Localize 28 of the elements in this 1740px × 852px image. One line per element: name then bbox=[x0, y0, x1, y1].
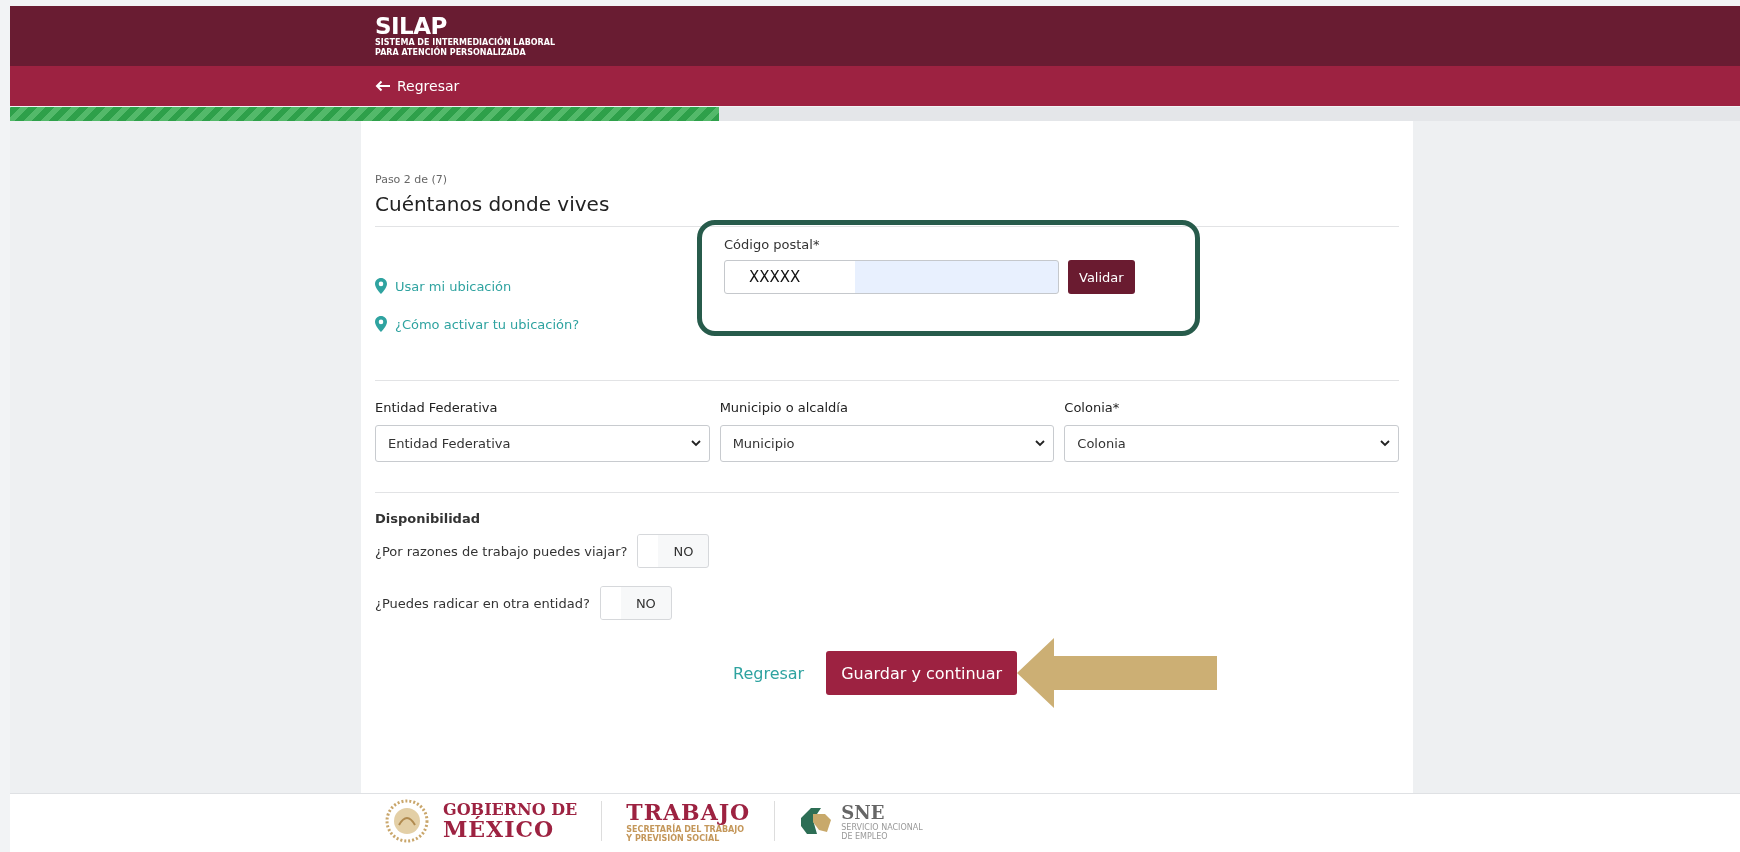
toggle-switch[interactable]: NO bbox=[637, 534, 710, 568]
sne-logo-text: SNE SERVICIO NACIONAL DE EMPLEO bbox=[841, 801, 923, 841]
trabajo-logo-text: TRABAJO SECRETARÍA DEL TRABAJO Y PREVISIÓN SOCIAL bbox=[626, 799, 751, 844]
chevron-down-icon bbox=[690, 440, 701, 447]
location-pin-icon bbox=[375, 316, 387, 332]
toggle-switch[interactable]: NO bbox=[599, 586, 672, 620]
step-indicator: Paso 2 de (7) bbox=[375, 173, 449, 186]
dropdown-select[interactable]: Entidad Federativa bbox=[375, 425, 710, 462]
field-label: Municipio o alcaldía bbox=[719, 400, 849, 415]
field-label: Entidad Federativa bbox=[375, 400, 499, 415]
back-link[interactable]: Regresar bbox=[375, 78, 460, 94]
gobierno-logo-text: GOBIERNO DE MÉXICO bbox=[443, 802, 578, 841]
arrow-left-icon bbox=[375, 80, 391, 92]
dropdown-select[interactable]: Municipio bbox=[719, 425, 1055, 462]
validate-button[interactable]: Validar bbox=[1068, 260, 1135, 294]
section-heading: Disponibilidad bbox=[375, 511, 481, 526]
postal-code-label: Código postal* bbox=[724, 237, 821, 252]
dropdown-select[interactable]: Colonia bbox=[1064, 425, 1399, 462]
field-label: Colonia* bbox=[1064, 400, 1121, 415]
postal-code-field[interactable]: XXXXX bbox=[724, 260, 1059, 294]
location-pin-icon bbox=[375, 278, 387, 294]
save-continue-button[interactable]: Guardar y continuar bbox=[826, 651, 1018, 695]
question-label: ¿Puedes radicar en otra entidad? bbox=[375, 595, 590, 611]
chevron-down-icon bbox=[1035, 440, 1046, 447]
question-label: ¿Por razones de trabajo puedes viajar? bbox=[375, 543, 628, 559]
chevron-down-icon bbox=[1380, 440, 1390, 447]
silap-logo: SILAP SISTEMA DE INTERMEDIACIÓN LABORAL PARA ATENCIÓN PERSONALIZADA bbox=[375, 15, 555, 57]
form-title: Cuéntanos donde vives bbox=[375, 192, 611, 216]
